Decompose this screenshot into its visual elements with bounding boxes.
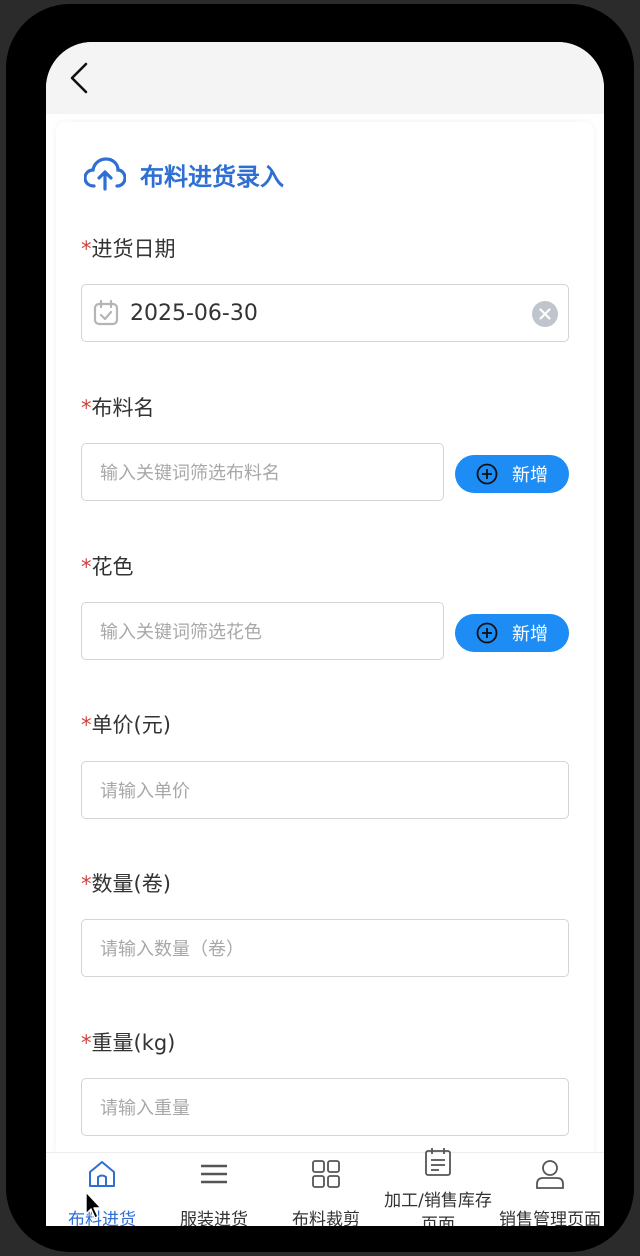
grid-icon bbox=[312, 1160, 340, 1188]
quantity-placeholder: 请输入数量（卷） bbox=[100, 939, 244, 960]
home-icon bbox=[89, 1161, 115, 1187]
date-picker-field[interactable]: 2025-06-30 bbox=[81, 284, 569, 342]
fabric-label: *布料名 bbox=[81, 396, 155, 420]
bottom-tab-bar: 布料进货 服装进货 布料裁剪 加工/销售库存页面 销售管理页面 bbox=[46, 1148, 604, 1226]
price-placeholder: 请输入单价 bbox=[100, 781, 190, 802]
required-mark: * bbox=[81, 237, 92, 261]
tab-clothing-purchase[interactable]: 服装进货 bbox=[158, 1153, 270, 1226]
close-icon bbox=[539, 308, 551, 320]
app-screen: 布料进货录入 *进货日期 2025-06-30 *布料名 输入关键词筛选布料名 … bbox=[46, 42, 604, 1226]
pattern-placeholder: 输入关键词筛选花色 bbox=[100, 622, 262, 643]
clipboard-icon bbox=[425, 1148, 451, 1176]
tab-sales-management[interactable]: 销售管理页面 bbox=[494, 1153, 604, 1226]
tab-label: 服装进货 bbox=[180, 1210, 248, 1226]
weight-placeholder: 请输入重量 bbox=[100, 1098, 190, 1119]
weight-label: *重量(kg) bbox=[81, 1031, 176, 1055]
device-frame: 布料进货录入 *进货日期 2025-06-30 *布料名 输入关键词筛选布料名 … bbox=[6, 4, 634, 1252]
page-title: 布料进货录入 bbox=[140, 162, 284, 191]
tab-fabric-cutting[interactable]: 布料裁剪 bbox=[270, 1153, 382, 1226]
top-bar bbox=[46, 42, 604, 114]
tab-label: 布料裁剪 bbox=[292, 1210, 360, 1226]
form-card: 布料进货录入 *进货日期 2025-06-30 *布料名 输入关键词筛选布料名 … bbox=[56, 122, 594, 1162]
pattern-input[interactable]: 输入关键词筛选花色 bbox=[81, 602, 444, 660]
form-header: 布料进货录入 bbox=[84, 154, 284, 194]
date-value: 2025-06-30 bbox=[130, 300, 258, 326]
add-fabric-label: 新增 bbox=[512, 465, 548, 486]
price-label: *单价(元) bbox=[81, 713, 171, 737]
tab-label: 销售管理页面 bbox=[499, 1210, 601, 1226]
fabric-name-input[interactable]: 输入关键词筛选布料名 bbox=[81, 443, 444, 501]
add-pattern-button[interactable]: 新增 bbox=[455, 614, 569, 652]
required-mark: * bbox=[81, 713, 92, 737]
add-pattern-label: 新增 bbox=[512, 624, 548, 645]
date-label: *进货日期 bbox=[81, 237, 176, 261]
quantity-input[interactable]: 请输入数量（卷） bbox=[81, 919, 569, 977]
user-icon bbox=[536, 1160, 564, 1189]
fabric-name-placeholder: 输入关键词筛选布料名 bbox=[100, 463, 280, 484]
clear-icon[interactable] bbox=[532, 301, 558, 327]
required-mark: * bbox=[81, 555, 92, 579]
chevron-left-icon bbox=[70, 62, 88, 94]
pattern-label: *花色 bbox=[81, 555, 134, 579]
add-fabric-button[interactable]: 新增 bbox=[455, 455, 569, 493]
menu-icon bbox=[201, 1164, 227, 1184]
back-button[interactable] bbox=[62, 60, 98, 96]
price-input[interactable]: 请输入单价 bbox=[81, 761, 569, 819]
plus-circle-icon bbox=[476, 622, 498, 644]
weight-input[interactable]: 请输入重量 bbox=[81, 1078, 569, 1136]
mouse-pointer-icon bbox=[85, 1191, 102, 1219]
calendar-icon bbox=[93, 299, 119, 326]
tab-label: 加工/销售库存页面 bbox=[384, 1191, 492, 1226]
required-mark: * bbox=[81, 1031, 92, 1055]
cloud-upload-icon bbox=[84, 157, 126, 191]
quantity-label: *数量(卷) bbox=[81, 872, 171, 896]
plus-circle-icon bbox=[476, 463, 498, 485]
tab-processing-inventory[interactable]: 加工/销售库存页面 bbox=[382, 1148, 494, 1226]
required-mark: * bbox=[81, 872, 92, 896]
required-mark: * bbox=[81, 396, 92, 420]
